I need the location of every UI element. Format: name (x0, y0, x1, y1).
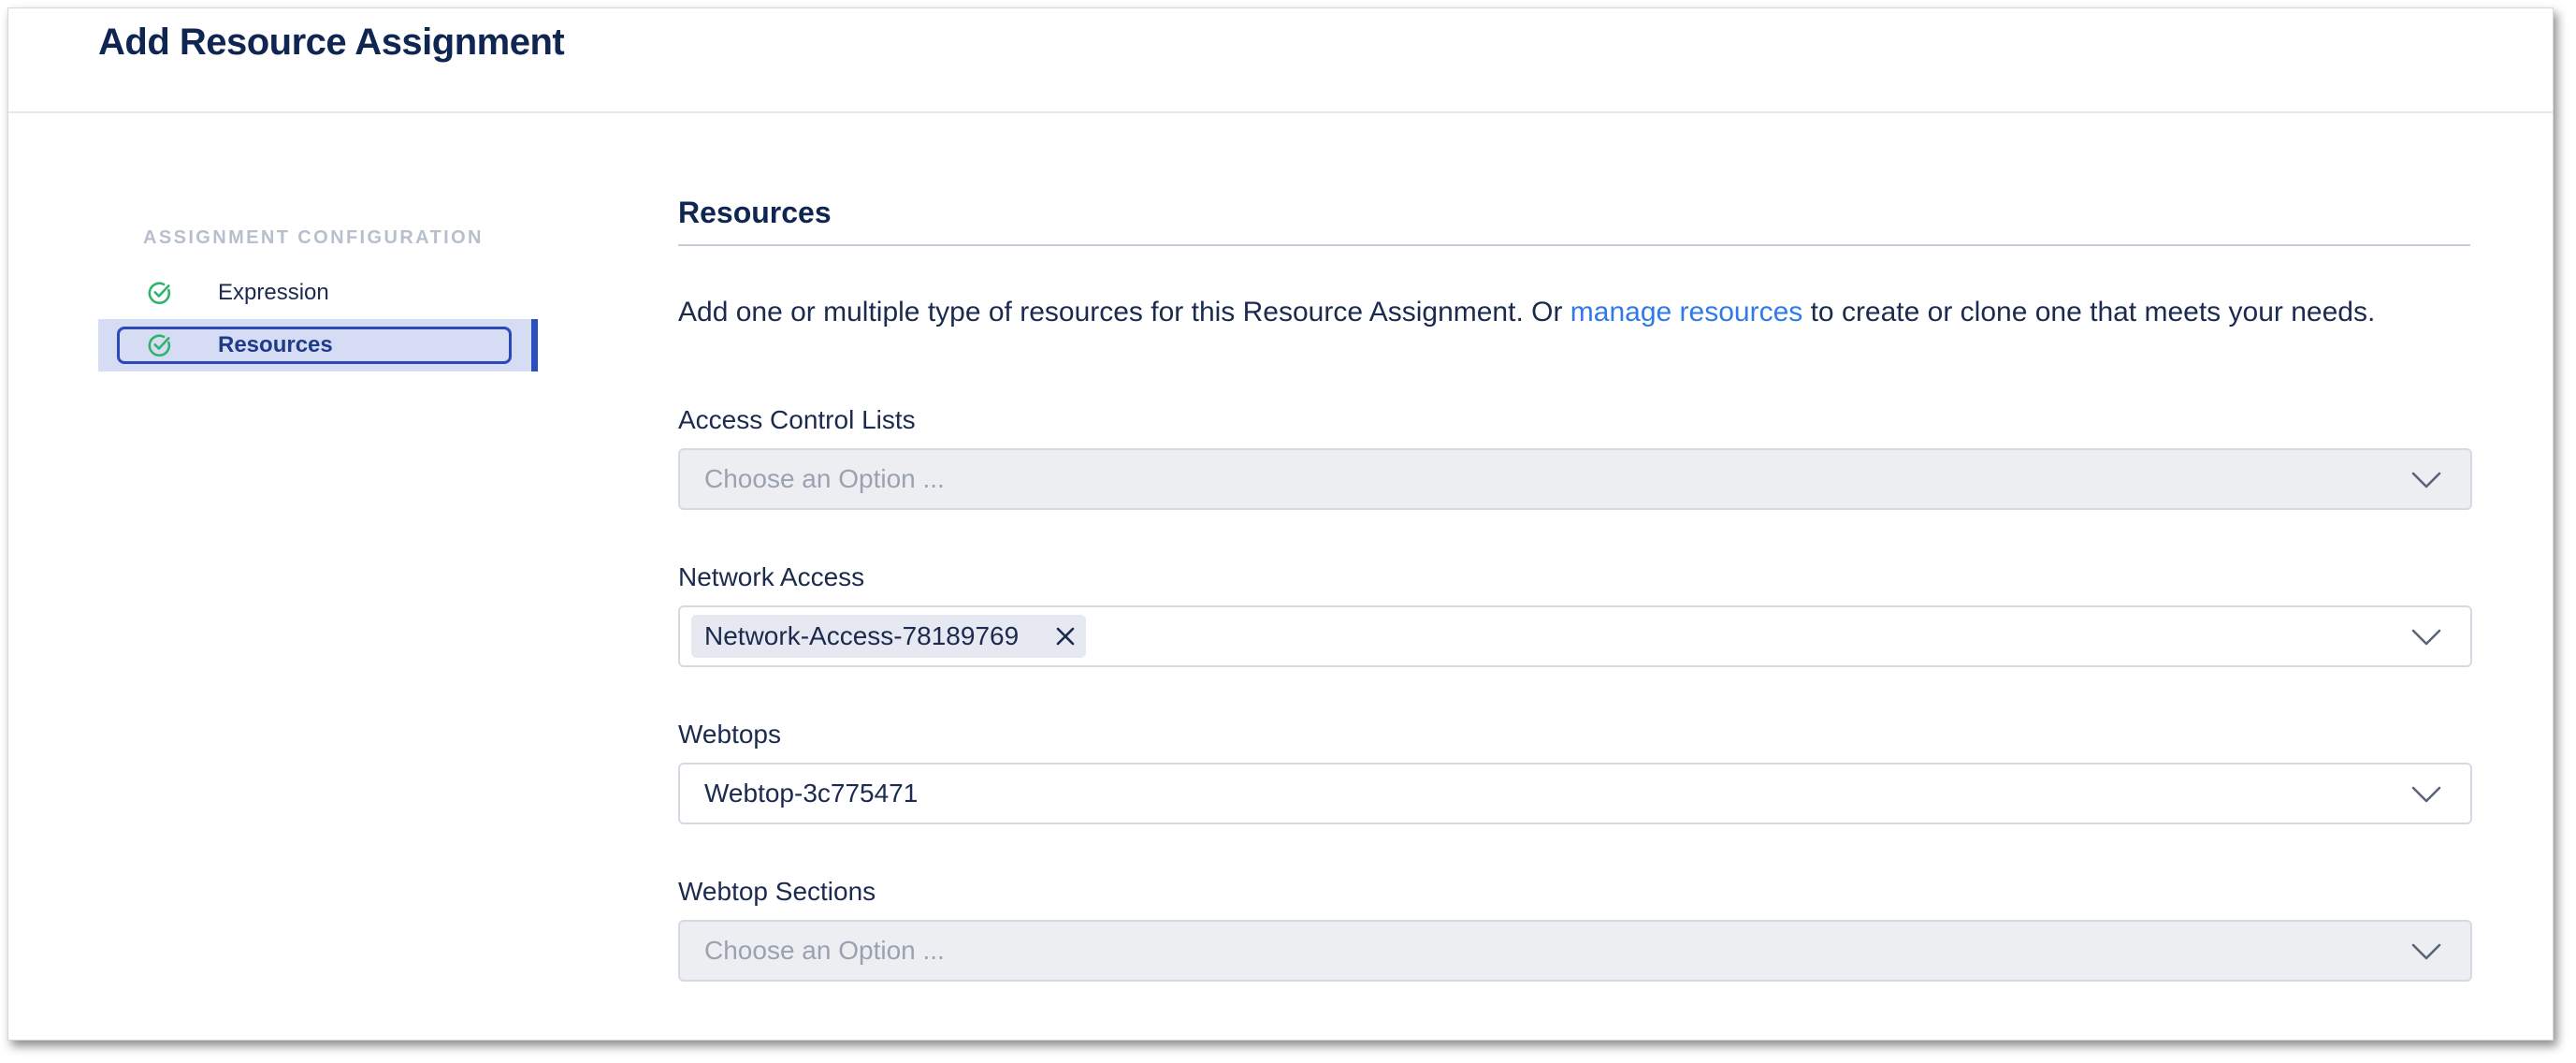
network-access-label: Network Access (678, 562, 865, 591)
section-title: Resources (678, 196, 832, 229)
close-icon[interactable] (1054, 625, 1077, 648)
sidebar-item-expression[interactable]: Expression (98, 267, 538, 319)
acl-placeholder: Choose an Option ... (704, 464, 945, 493)
sidebar-item-label: Expression (218, 280, 329, 305)
manage-resources-link[interactable]: manage resources (1570, 297, 1802, 328)
acl-label: Access Control Lists (678, 405, 916, 434)
chip-label: Network-Access-78189769 (704, 621, 1020, 650)
acl-select[interactable]: Choose an Option ... (678, 448, 2472, 510)
resources-description: Add one or multiple type of resources fo… (678, 295, 2470, 330)
dialog-header: Add Resource Assignment (8, 8, 2553, 113)
check-circle-icon (148, 334, 171, 357)
webtops-value: Webtop-3c775471 (704, 779, 919, 808)
chevron-down-icon (2411, 629, 2441, 646)
sidebar-heading: ASSIGNMENT CONFIGURATION (143, 227, 484, 248)
webtop-sections-select[interactable]: Choose an Option ... (678, 920, 2472, 982)
dialog-window: Add Resource Assignment ASSIGNMENT CONFI… (7, 7, 2554, 1041)
webtops-select[interactable]: Webtop-3c775471 (678, 763, 2472, 824)
webtop-sections-placeholder: Choose an Option ... (704, 936, 945, 965)
section-divider (678, 244, 2470, 246)
network-access-select[interactable]: Network-Access-78189769 (678, 605, 2472, 667)
sidebar-item-label: Resources (218, 332, 333, 357)
page-title: Add Resource Assignment (98, 22, 565, 63)
chevron-down-icon (2411, 943, 2441, 960)
chevron-down-icon (2411, 786, 2441, 803)
sidebar-item-resources[interactable]: Resources (98, 319, 538, 371)
description-text-after: to create or clone one that meets your n… (1802, 297, 2376, 328)
check-circle-icon (148, 282, 171, 304)
webtop-sections-label: Webtop Sections (678, 877, 876, 906)
chevron-down-icon (2411, 472, 2441, 488)
webtops-label: Webtops (678, 720, 781, 749)
network-access-chip: Network-Access-78189769 (691, 615, 1087, 658)
description-text: Add one or multiple type of resources fo… (678, 297, 1570, 328)
